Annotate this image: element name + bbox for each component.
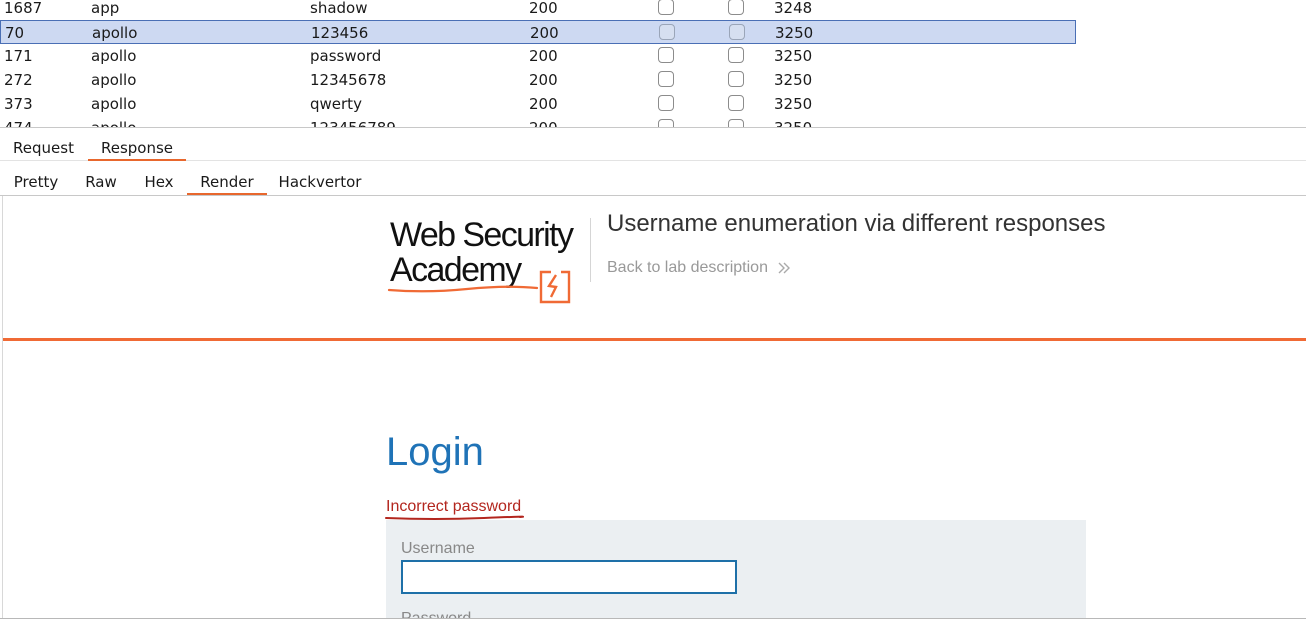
tab-render[interactable]: Render: [187, 161, 267, 195]
username-label: Username: [401, 540, 475, 557]
header-rule: [3, 338, 1306, 341]
cell-request: 474: [4, 116, 33, 127]
password-label: Password: [401, 610, 471, 618]
cell-length: 3250: [774, 47, 813, 65]
web-security-academy-logo[interactable]: Web Security Academy: [387, 214, 593, 304]
lightning-bolt-icon: [539, 270, 571, 304]
cell-payload1: apollo: [91, 71, 137, 89]
cell-payload1: apollo: [91, 116, 136, 127]
cell-status: 200: [529, 0, 558, 17]
cell-length: 3250: [774, 71, 813, 89]
back-to-lab-description-link[interactable]: Back to lab description: [607, 259, 792, 277]
tab-raw[interactable]: Raw: [76, 161, 126, 195]
error-checkbox[interactable]: [658, 47, 674, 63]
table-row[interactable]: 70 apollo 123456 200 3250: [0, 20, 1076, 44]
error-checkbox[interactable]: [658, 119, 674, 127]
back-link-label: Back to lab description: [607, 259, 768, 276]
cell-payload2: shadow: [310, 0, 368, 17]
timeout-checkbox[interactable]: [728, 119, 744, 127]
cell-status: 200: [530, 24, 559, 42]
burp-intruder-results-window: 1687 app shadow 200 3248 70 apollo 123456 200 325…: [0, 0, 1306, 625]
cell-status: 200: [529, 71, 558, 89]
render-bottom-border: [0, 618, 1306, 619]
cell-payload2: 123456: [311, 24, 369, 42]
login-form: Username Password: [386, 520, 1086, 618]
lab-title: Username enumeration via different respo…: [607, 210, 1106, 237]
message-tabs: Request Response: [0, 127, 1306, 161]
timeout-checkbox[interactable]: [728, 0, 744, 15]
cell-payload2: 123456789: [310, 116, 396, 127]
tab-hex[interactable]: Hex: [134, 161, 184, 195]
cell-request: 70: [5, 24, 25, 42]
cell-payload1: apollo: [92, 24, 138, 42]
render-view[interactable]: Web Security Academy Username enumeratio…: [3, 196, 1306, 618]
view-tabs: Pretty Raw Hex Render Hackvertor: [0, 161, 1306, 196]
cell-status: 200: [529, 47, 558, 65]
cell-status: 200: [529, 116, 558, 127]
table-row[interactable]: 474 apollo 123456789 200 3250: [0, 116, 1076, 127]
cell-payload2: password: [310, 47, 382, 65]
page-title: Login: [386, 430, 484, 474]
error-checkbox[interactable]: [658, 95, 674, 111]
timeout-checkbox[interactable]: [728, 95, 744, 111]
cell-request: 1687: [4, 0, 43, 17]
cell-payload1: app: [91, 0, 120, 17]
error-checkbox[interactable]: [658, 0, 674, 15]
error-checkbox[interactable]: [658, 71, 674, 87]
timeout-checkbox[interactable]: [728, 71, 744, 87]
cell-request: 272: [4, 71, 33, 89]
tab-request[interactable]: Request: [4, 128, 83, 161]
cell-length: 3250: [775, 24, 814, 42]
tab-hackvertor[interactable]: Hackvertor: [272, 161, 368, 195]
chevron-double-right-icon: [778, 262, 791, 274]
logo-text-line1: Web Security: [390, 216, 574, 254]
logo-underline-icon: [387, 285, 539, 293]
tab-response[interactable]: Response: [88, 128, 186, 161]
cell-payload2: qwerty: [310, 95, 362, 113]
timeout-checkbox[interactable]: [729, 24, 745, 40]
table-row[interactable]: 373 apollo qwerty 200 3250: [0, 92, 1076, 116]
table-row[interactable]: 171 apollo password 200 3250: [0, 44, 1076, 68]
tab-pretty[interactable]: Pretty: [4, 161, 68, 195]
header-divider: [590, 218, 591, 282]
timeout-checkbox[interactable]: [728, 47, 744, 63]
cell-payload1: apollo: [91, 95, 137, 113]
cell-status: 200: [529, 95, 558, 113]
cell-payload2: 12345678: [310, 71, 387, 89]
results-table: 1687 app shadow 200 3248 70 apollo 123456 200 325…: [0, 0, 1306, 127]
error-checkbox[interactable]: [659, 24, 675, 40]
username-input[interactable]: [401, 560, 737, 594]
cell-length: 3250: [774, 116, 812, 127]
logo-text-line2: Academy: [390, 251, 522, 289]
table-row[interactable]: 272 apollo 12345678 200 3250: [0, 68, 1076, 92]
cell-length: 3250: [774, 95, 813, 113]
table-row[interactable]: 1687 app shadow 200 3248: [0, 0, 1076, 20]
cell-request: 373: [4, 95, 33, 113]
cell-payload1: apollo: [91, 47, 137, 65]
cell-length: 3248: [774, 0, 813, 17]
cell-request: 171: [4, 47, 33, 65]
